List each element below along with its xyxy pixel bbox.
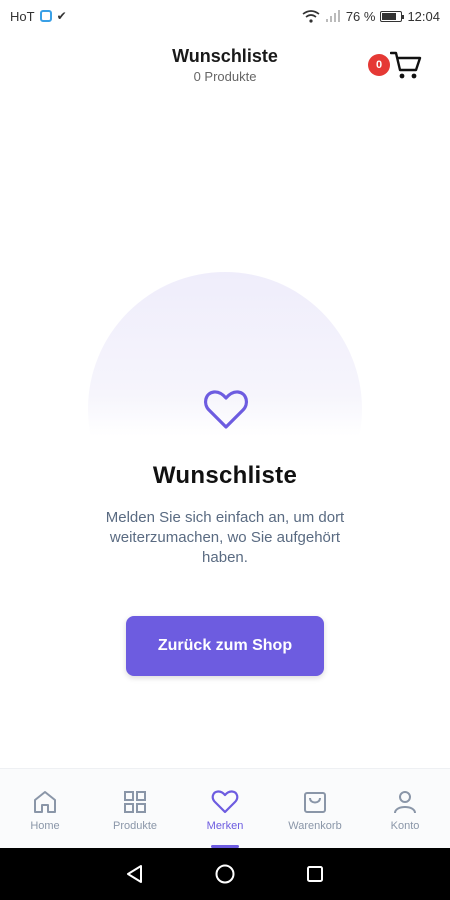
nav-label-merken: Merken (206, 820, 244, 832)
home-circle-icon[interactable] (214, 863, 236, 885)
basket-icon (304, 792, 326, 813)
wifi-icon (302, 9, 320, 23)
status-bar: HoT ✔ 76 % 12:04 (0, 0, 450, 32)
nav-label-home: Home (30, 820, 60, 832)
battery-icon (380, 10, 405, 22)
user-icon (394, 791, 416, 814)
battery-percent: 76 % (345, 8, 376, 24)
nav-item-produkte[interactable]: Produkte (90, 769, 180, 848)
nav-label-warenkorb: Warenkorb (288, 820, 342, 832)
cart-button[interactable]: 0 (368, 48, 422, 88)
heart-icon (203, 390, 249, 429)
nav-label-produkte: Produkte (112, 820, 158, 832)
status-time: 12:04 (407, 8, 440, 24)
home-icon (34, 791, 56, 813)
cart-count-badge: 0 (368, 54, 390, 76)
empty-state-title: Wunschliste (152, 462, 298, 489)
app-header: Wunschliste 0 Produkte 0 (0, 40, 450, 94)
bottom-navigation: Home Produkte Merken Warenkorb Konto (0, 768, 450, 848)
notification-icon (39, 10, 52, 22)
grid-icon (124, 791, 146, 813)
status-right: 76 % 12:04 (302, 9, 440, 24)
empty-state-message: Melden Sie sich einfach an, um dort weit… (105, 509, 345, 566)
status-app-label: HoT (10, 8, 35, 24)
status-left: HoT ✔ (10, 9, 67, 24)
recents-square-icon[interactable] (304, 863, 326, 885)
back-to-shop-button[interactable]: Zurück zum Shop (126, 616, 324, 676)
cart-icon (390, 51, 422, 79)
nav-item-home[interactable]: Home (0, 769, 90, 848)
back-triangle-icon[interactable] (124, 863, 146, 885)
nav-item-merken[interactable]: Merken (180, 769, 270, 848)
signal-icon (325, 10, 340, 22)
system-navigation-bar (0, 848, 450, 900)
nav-label-konto: Konto (390, 820, 420, 832)
nav-item-warenkorb[interactable]: Warenkorb (270, 769, 360, 848)
nav-item-konto[interactable]: Konto (360, 769, 450, 848)
checkmark-icon: ✔ (56, 9, 67, 23)
heart-icon (211, 790, 239, 814)
